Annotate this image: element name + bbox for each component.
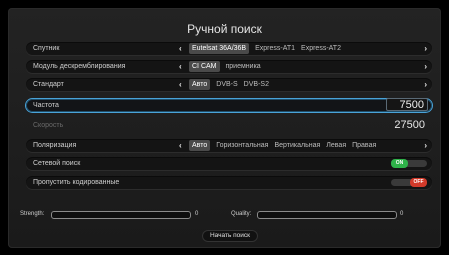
quality-bar	[257, 211, 397, 219]
symbol-rate-value[interactable]: 27500	[394, 119, 425, 132]
frequency-row[interactable]: Частота 7500	[26, 98, 432, 112]
descrambler-option[interactable]: CI CAM	[189, 61, 220, 72]
strength-meter: Strength: 0	[20, 211, 198, 219]
polarization-option[interactable]: Вертикальная	[274, 139, 320, 152]
standard-option[interactable]: DVB-S2	[244, 78, 269, 91]
quality-value: 0	[400, 211, 404, 217]
chevron-left-icon[interactable]: ‹	[179, 42, 182, 55]
chevron-left-icon[interactable]: ‹	[179, 78, 182, 91]
descrambler-row[interactable]: Модуль дескремблирования ‹ CI CAM приемн…	[26, 60, 432, 73]
standard-option[interactable]: Авто	[189, 79, 211, 90]
chevron-right-icon[interactable]: ›	[424, 78, 427, 91]
polarization-option[interactable]: Горизонтальная	[216, 139, 268, 152]
chevron-right-icon[interactable]: ›	[424, 60, 427, 73]
quality-meter: Quality: 0	[231, 211, 403, 219]
polarization-row[interactable]: Поляризация ‹ Авто Горизонтальная Вертик…	[26, 139, 432, 152]
descrambler-option[interactable]: приемника	[226, 60, 261, 73]
toggle-knob: OFF	[410, 178, 427, 187]
satellite-option[interactable]: Express-AT2	[301, 42, 341, 55]
polarization-option[interactable]: Правая	[352, 139, 376, 152]
start-search-button[interactable]: Начать поиск	[202, 230, 258, 242]
toggle-knob: ON	[391, 159, 408, 168]
polarization-option[interactable]: Левая	[326, 139, 346, 152]
chevron-left-icon[interactable]: ‹	[179, 60, 182, 73]
frequency-label: Частота	[33, 102, 59, 109]
symbol-rate-label: Скорость	[33, 122, 64, 129]
polarization-label: Поляризация	[33, 142, 77, 149]
strength-value: 0	[195, 211, 199, 217]
quality-label: Quality:	[231, 211, 252, 217]
descrambler-label: Модуль дескремблирования	[33, 63, 126, 70]
polarization-option[interactable]: Авто	[189, 140, 211, 151]
skip-encrypted-row[interactable]: Пропустить кодированные OFF	[26, 176, 432, 189]
standard-option[interactable]: DVB-S	[216, 78, 237, 91]
standard-row[interactable]: Стандарт ‹ Авто DVB-S DVB-S2 ›	[26, 78, 432, 91]
frequency-input[interactable]: 7500	[386, 98, 428, 111]
strength-bar	[51, 211, 191, 219]
network-search-row[interactable]: Сетевой поиск ON	[26, 157, 432, 170]
satellite-option[interactable]: Express-AT1	[255, 42, 295, 55]
chevron-left-icon[interactable]: ‹	[179, 139, 182, 152]
skip-encrypted-toggle[interactable]: OFF	[391, 178, 427, 187]
satellite-label: Спутник	[33, 45, 60, 52]
page-title: Ручной поиск	[187, 22, 262, 36]
skip-encrypted-label: Пропустить кодированные	[33, 179, 120, 186]
standard-label: Стандарт	[33, 81, 64, 88]
network-search-toggle[interactable]: ON	[391, 159, 427, 168]
chevron-right-icon[interactable]: ›	[424, 139, 427, 152]
strength-label: Strength:	[20, 211, 45, 217]
chevron-right-icon[interactable]: ›	[424, 42, 427, 55]
network-search-label: Сетевой поиск	[33, 160, 81, 167]
satellite-row[interactable]: Спутник ‹ Eutelsat 36A/36B Express-AT1 E…	[26, 42, 432, 55]
symbol-rate-row[interactable]: Скорость 27500	[26, 119, 432, 132]
satellite-option[interactable]: Eutelsat 36A/36B	[189, 43, 250, 54]
